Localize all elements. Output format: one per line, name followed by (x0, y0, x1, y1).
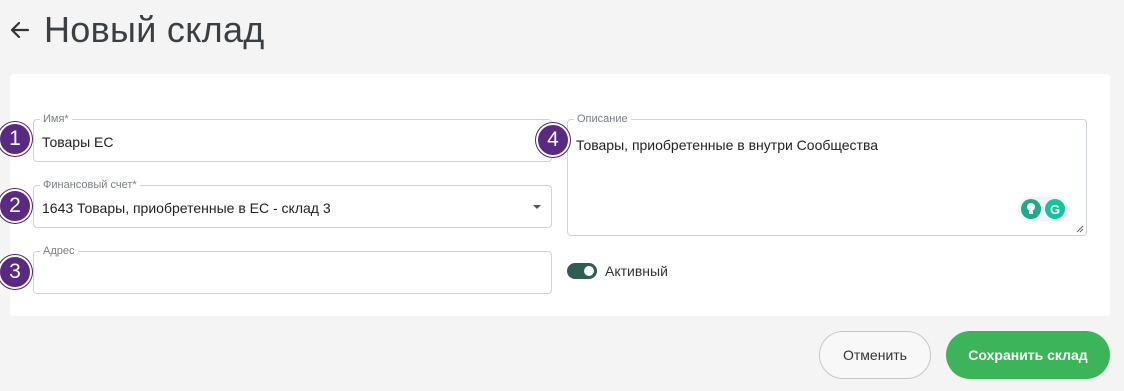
step-badge-1: 1 (0, 122, 32, 156)
page-header: Новый склад (8, 8, 265, 52)
name-label: Имя* (40, 112, 72, 126)
active-label: Активный (605, 263, 668, 279)
step-badge-4: 4 (536, 123, 570, 157)
cancel-button[interactable]: Отменить (819, 331, 931, 379)
caret-down-icon[interactable] (533, 205, 541, 209)
grammarly-widget[interactable]: G (1018, 197, 1068, 221)
save-warehouse-button[interactable]: Сохранить склад (946, 331, 1110, 379)
grammarly-icon[interactable]: G (1045, 199, 1065, 219)
address-field[interactable]: Адрес (33, 244, 552, 294)
bulb-icon[interactable] (1021, 199, 1041, 219)
account-select[interactable]: Финансовый счет* 1643 Товары, приобретен… (33, 178, 552, 228)
name-field[interactable]: Имя* Товары ЕС (33, 112, 552, 162)
name-value: Товары ЕС (42, 134, 114, 150)
address-label: Адрес (40, 244, 78, 258)
toggle-knob (584, 266, 594, 276)
description-textarea[interactable]: Описание Товары, приобретенные в внутри … (567, 112, 1087, 236)
description-value: Товары, приобретенные в внутри Сообществ… (576, 137, 879, 153)
warehouse-form-card: Имя* Товары ЕС 1 Финансовый счет* 1643 Т… (0, 74, 1110, 316)
active-toggle[interactable] (567, 263, 597, 279)
page-title: Новый склад (44, 9, 265, 50)
account-value: 1643 Товары, приобретенные в ЕС - склад … (42, 200, 331, 216)
account-label: Финансовый счет* (40, 178, 140, 192)
description-label: Описание (574, 112, 631, 126)
arrow-left-icon[interactable] (8, 18, 32, 42)
step-badge-3: 3 (0, 255, 32, 289)
active-toggle-group: Активный (567, 263, 668, 279)
resize-handle-icon[interactable] (1076, 225, 1084, 233)
step-badge-2: 2 (0, 189, 32, 223)
